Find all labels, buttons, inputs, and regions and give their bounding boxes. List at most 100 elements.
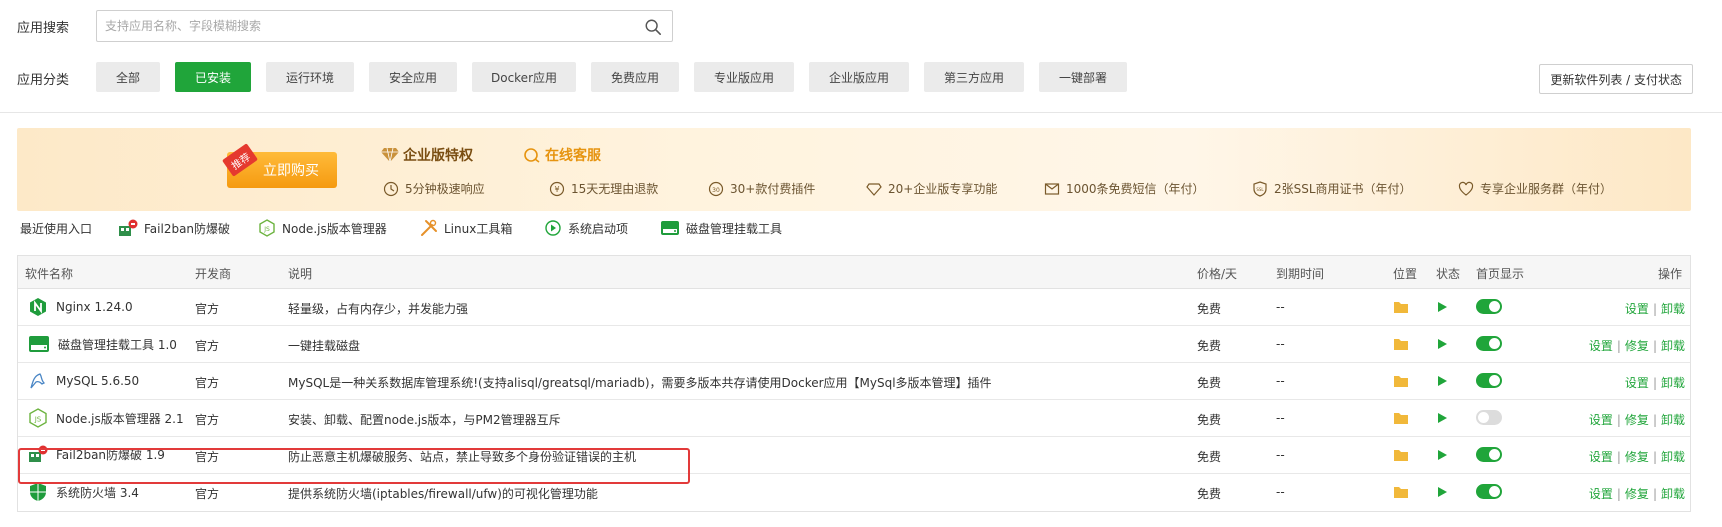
feature-item: 1000条免费短信（年付） — [1044, 180, 1205, 197]
folder-icon[interactable] — [1393, 300, 1409, 314]
home-display-toggle[interactable] — [1476, 299, 1502, 314]
repair-link[interactable]: 修复 — [1625, 450, 1649, 464]
app-name-cell: MySQL 5.6.50 — [28, 371, 139, 391]
category-installed[interactable]: 已安装 — [175, 62, 251, 92]
home-display-toggle[interactable] — [1476, 447, 1502, 462]
promo-banner: 立即购买 推荐 企业版特权 在线客服 5分钟极速响应 ¥ 15天无理由退款 30… — [17, 128, 1691, 211]
clock-icon — [383, 181, 399, 196]
category-third-party[interactable]: 第三方应用 — [924, 62, 1024, 92]
recent-label: 最近使用入口 — [20, 221, 93, 236]
uninstall-link[interactable]: 卸载 — [1661, 376, 1685, 390]
category-all[interactable]: 全部 — [96, 62, 160, 92]
firewall-icon — [30, 483, 46, 501]
ssl-icon: SSL — [1253, 180, 1267, 197]
fail2ban-icon — [29, 445, 48, 462]
search-box[interactable] — [96, 10, 673, 42]
settings-link[interactable]: 设置 — [1625, 302, 1649, 316]
recent-item-fail2ban[interactable]: Fail2ban防爆破 — [118, 218, 230, 238]
header-name: 软件名称 — [25, 267, 74, 281]
row-actions: 设置 | 卸载 — [1624, 376, 1685, 390]
feature-item: ¥ 15天无理由退款 — [549, 180, 658, 197]
table-row: Fail2ban防爆破 1.9 官方 防止恶意主机爆破服务、站点，禁止导致多个身… — [18, 437, 1690, 474]
home-display-toggle[interactable] — [1476, 336, 1502, 351]
recent-item-nodejs[interactable]: JS Node.js版本管理器 — [258, 218, 387, 238]
settings-link[interactable]: 设置 — [1589, 339, 1613, 353]
app-name-cell: Nginx 1.24.0 — [28, 297, 133, 317]
enterprise-title: 企业版特权 — [381, 145, 473, 165]
uninstall-link[interactable]: 卸载 — [1661, 413, 1685, 427]
category-pro[interactable]: 专业版应用 — [694, 62, 794, 92]
settings-link[interactable]: 设置 — [1589, 413, 1613, 427]
diamond-outline-icon — [866, 182, 882, 196]
search-icon[interactable] — [644, 18, 662, 36]
recent-item-disk-mount[interactable]: 磁盘管理挂载工具 — [660, 218, 782, 238]
chat-icon — [524, 148, 540, 163]
mysql-icon — [30, 373, 46, 389]
app-name-cell: JS Node.js版本管理器 2.1 — [28, 408, 184, 428]
category-one-click[interactable]: 一键部署 — [1039, 62, 1127, 92]
play-icon[interactable] — [1436, 486, 1448, 498]
row-actions: 设置 | 卸载 — [1624, 302, 1685, 316]
heart-icon — [1458, 181, 1474, 196]
svg-text:30: 30 — [712, 187, 720, 194]
category-enterprise[interactable]: 企业版应用 — [809, 62, 909, 92]
header-price: 价格/天 — [1197, 267, 1238, 281]
header-vendor: 开发商 — [195, 267, 232, 281]
filter-area: 应用搜索 应用分类 全部 已安装 运行环境 安全应用 Docker应用 免费应用… — [0, 0, 1722, 113]
repair-link[interactable]: 修复 — [1625, 339, 1649, 353]
search-input[interactable] — [97, 11, 617, 41]
uninstall-link[interactable]: 卸载 — [1661, 339, 1685, 353]
tools-icon — [421, 219, 437, 236]
category-label: 应用分类 — [17, 73, 70, 88]
feature-item: 20+企业版专享功能 — [866, 180, 997, 197]
enterprise-title-text: 企业版特权 — [403, 148, 473, 164]
uninstall-link[interactable]: 卸载 — [1661, 302, 1685, 316]
svg-text:¥: ¥ — [554, 185, 559, 194]
svg-text:SSL: SSL — [1256, 187, 1264, 192]
play-icon[interactable] — [1436, 301, 1448, 313]
repair-link[interactable]: 修复 — [1625, 487, 1649, 501]
folder-icon[interactable] — [1393, 485, 1409, 499]
row-actions: 设置 | 修复 | 卸载 — [1588, 450, 1685, 464]
uninstall-link[interactable]: 卸载 — [1661, 450, 1685, 464]
settings-link[interactable]: 设置 — [1625, 376, 1649, 390]
category-runtime[interactable]: 运行环境 — [266, 62, 354, 92]
recent-item-startup[interactable]: 系统启动项 — [544, 218, 628, 238]
folder-icon[interactable] — [1393, 337, 1409, 351]
update-software-list-button[interactable]: 更新软件列表 / 支付状态 — [1539, 64, 1693, 94]
play-icon[interactable] — [1436, 375, 1448, 387]
recent-item-linux-toolbox[interactable]: Linux工具箱 — [420, 218, 512, 238]
table-row: Nginx 1.24.0 官方 轻量级，占有内存少，并发能力强 免费 -- 设置… — [18, 289, 1690, 326]
search-label: 应用搜索 — [17, 21, 70, 36]
table-row: 系统防火墙 3.4 官方 提供系统防火墙(iptables/firewall/u… — [18, 474, 1690, 511]
play-icon[interactable] — [1436, 412, 1448, 424]
disk-icon — [661, 221, 679, 235]
header-desc: 说明 — [288, 267, 313, 281]
repair-link[interactable]: 修复 — [1625, 413, 1649, 427]
play-icon[interactable] — [1436, 449, 1448, 461]
row-actions: 设置 | 修复 | 卸载 — [1588, 413, 1685, 427]
folder-icon[interactable] — [1393, 411, 1409, 425]
online-service-link[interactable]: 在线客服 — [523, 145, 601, 165]
svg-text:JS: JS — [34, 416, 42, 424]
home-display-toggle[interactable] — [1476, 373, 1502, 388]
category-docker[interactable]: Docker应用 — [472, 62, 576, 92]
uninstall-link[interactable]: 卸载 — [1661, 487, 1685, 501]
feature-item: SSL 2张SSL商用证书（年付） — [1252, 180, 1412, 197]
header-location: 位置 — [1393, 267, 1418, 281]
nodejs-icon: JS — [259, 219, 275, 237]
svg-text:JS: JS — [263, 226, 270, 233]
settings-link[interactable]: 设置 — [1589, 487, 1613, 501]
row-actions: 设置 | 修复 | 卸载 — [1588, 487, 1685, 501]
feature-item: 30 30+款付费插件 — [708, 180, 815, 197]
home-display-toggle[interactable] — [1476, 410, 1502, 425]
table-row: MySQL 5.6.50 官方 MySQL是一种关系数据库管理系统!(支持ali… — [18, 363, 1690, 400]
category-security[interactable]: 安全应用 — [369, 62, 457, 92]
folder-icon[interactable] — [1393, 448, 1409, 462]
settings-link[interactable]: 设置 — [1589, 450, 1613, 464]
category-free[interactable]: 免费应用 — [591, 62, 679, 92]
home-display-toggle[interactable] — [1476, 484, 1502, 499]
folder-icon[interactable] — [1393, 374, 1409, 388]
disk-icon — [29, 336, 49, 352]
play-icon[interactable] — [1436, 338, 1448, 350]
